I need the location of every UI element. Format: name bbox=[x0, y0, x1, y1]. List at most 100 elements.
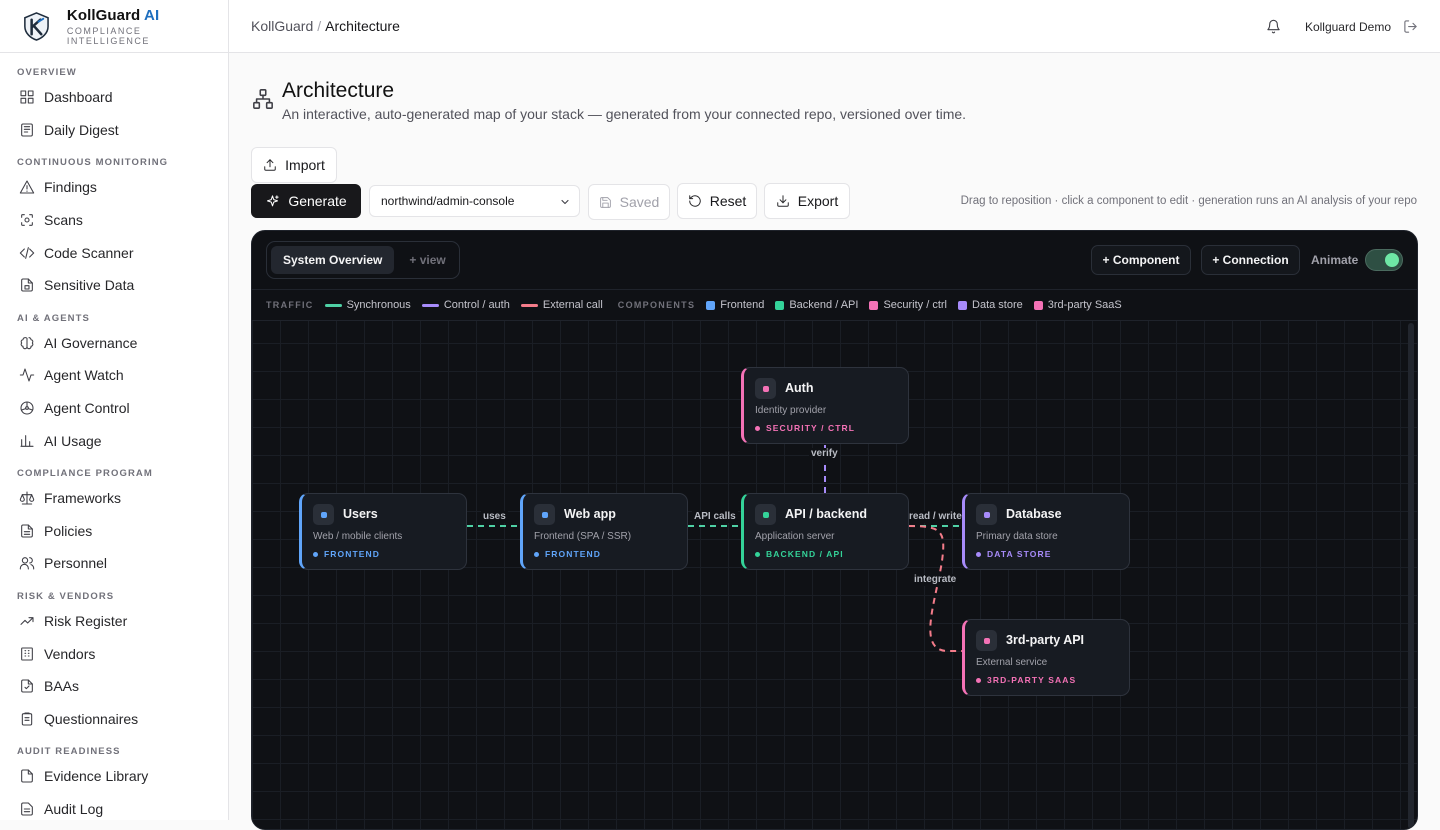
architecture-canvas[interactable]: System Overview + view + Component + Con… bbox=[251, 230, 1418, 830]
sidebar-item-baas[interactable]: BAAs bbox=[0, 670, 228, 703]
node-db[interactable]: Database Primary data store DATA STORE bbox=[962, 493, 1130, 570]
chevron-down-icon bbox=[561, 199, 569, 205]
sidebar-item-personnel[interactable]: Personnel bbox=[0, 547, 228, 580]
warning-icon bbox=[19, 180, 35, 195]
user-name[interactable]: Kollguard Demo bbox=[1305, 20, 1391, 34]
sidebar-item-label: Vendors bbox=[44, 645, 96, 662]
sidebar-item-agent-watch[interactable]: Agent Watch bbox=[0, 359, 228, 392]
sidebar-item-findings[interactable]: Findings bbox=[0, 171, 228, 204]
sidebar-item-frameworks[interactable]: Frameworks bbox=[0, 482, 228, 515]
sidebar-section-title: OVERVIEW bbox=[17, 67, 77, 78]
node-icon bbox=[976, 504, 997, 525]
reset-button[interactable]: Reset bbox=[677, 183, 757, 219]
sidebar-item-label: AI Usage bbox=[44, 432, 102, 449]
sidebar-item-sensitive-data[interactable]: Sensitive Data bbox=[0, 269, 228, 302]
node-users[interactable]: Users Web / mobile clients FRONTEND bbox=[299, 493, 467, 570]
save-icon bbox=[599, 196, 611, 208]
generate-button[interactable]: Generate bbox=[251, 184, 361, 218]
node-tag: FRONTEND bbox=[313, 549, 380, 559]
upload-icon bbox=[264, 159, 276, 171]
kollguard-logo-icon bbox=[24, 11, 49, 41]
breadcrumb-current: Architecture bbox=[325, 18, 400, 34]
node-auth[interactable]: Auth Identity provider SECURITY / CTRL bbox=[741, 367, 909, 444]
node-tag-label: FRONTEND bbox=[545, 549, 602, 559]
node-subtitle: Frontend (SPA / SSR) bbox=[534, 531, 632, 542]
generate-label: Generate bbox=[288, 193, 347, 209]
sidebar: KollGuard AI COMPLIANCE INTELLIGENCE OVE… bbox=[0, 0, 229, 820]
edge-label-verify: verify bbox=[809, 448, 840, 460]
brand-name-text: KollGuard bbox=[66, 6, 141, 24]
sitemap-icon bbox=[253, 89, 273, 109]
node-tag: BACKEND / API bbox=[755, 549, 844, 559]
node-title: Auth bbox=[785, 381, 814, 395]
sidebar-item-label: Scans bbox=[44, 212, 83, 229]
node-title: 3rd-party API bbox=[1006, 633, 1085, 647]
sidebar-item-label: Daily Digest bbox=[44, 121, 119, 138]
sidebar-item-label: Policies bbox=[44, 522, 93, 539]
node-tag: DATA STORE bbox=[976, 549, 1052, 559]
sidebar-item-dashboard[interactable]: Dashboard bbox=[0, 81, 228, 114]
brand[interactable]: KollGuard AI COMPLIANCE INTELLIGENCE bbox=[0, 0, 228, 53]
node-title: Web app bbox=[564, 507, 616, 521]
sidebar-item-agent-control[interactable]: Agent Control bbox=[0, 392, 228, 425]
node-api[interactable]: API / backend Application server BACKEND /… bbox=[741, 493, 909, 570]
sidebar-item-label: Personnel bbox=[44, 555, 108, 572]
repo-select[interactable]: northwind/admin-console bbox=[369, 185, 580, 217]
rotate-ccw-icon bbox=[688, 195, 701, 207]
node-webapp[interactable]: Web app Frontend (SPA / SSR) FRONTEND bbox=[520, 493, 688, 570]
users-icon bbox=[19, 557, 35, 570]
saved-label: Saved bbox=[619, 194, 660, 210]
edge-api-thirdparty[interactable] bbox=[908, 525, 962, 652]
sidebar-item-audit-log[interactable]: Audit Log bbox=[0, 793, 228, 820]
export-label: Export bbox=[797, 193, 839, 209]
node-subtitle: Identity provider bbox=[755, 405, 827, 416]
sidebar-item-label: Agent Control bbox=[44, 400, 130, 417]
breadcrumb-separator: / bbox=[317, 18, 322, 34]
sidebar-item-ai-usage[interactable]: AI Usage bbox=[0, 424, 228, 457]
file-lock-icon bbox=[21, 278, 33, 292]
logout-icon[interactable] bbox=[1403, 19, 1418, 34]
import-label: Import bbox=[285, 157, 325, 173]
brand-subtitle: COMPLIANCE INTELLIGENCE bbox=[66, 25, 150, 46]
newspaper-icon bbox=[21, 123, 33, 137]
node-icon bbox=[534, 504, 555, 525]
node-tag-label: 3RD-PARTY SAAS bbox=[987, 675, 1077, 685]
saved-button[interactable]: Saved bbox=[588, 184, 670, 220]
page-subtitle: An interactive, auto-generated map of yo… bbox=[282, 106, 967, 122]
sidebar-item-daily-digest[interactable]: Daily Digest bbox=[0, 114, 228, 147]
sidebar-item-code-scanner[interactable]: Code Scanner bbox=[0, 236, 228, 269]
trending-icon bbox=[20, 617, 34, 625]
sidebar-section-title: AUDIT READINESS bbox=[17, 746, 121, 758]
node-thirdparty[interactable]: 3rd-party API External service 3RD-PARTY S… bbox=[962, 619, 1130, 696]
bell-icon[interactable] bbox=[1266, 19, 1281, 34]
sidebar-item-vendors[interactable]: Vendors bbox=[0, 637, 228, 670]
import-button[interactable]: Import bbox=[251, 147, 337, 183]
sidebar-item-label: Questionnaires bbox=[44, 710, 139, 727]
sidebar-section-title: RISK & VENDORS bbox=[17, 590, 115, 602]
scale-icon bbox=[19, 491, 35, 505]
sidebar-item-questionnaires[interactable]: Questionnaires bbox=[0, 703, 228, 736]
sidebar-section-title: AI & AGENTS bbox=[17, 312, 90, 324]
node-icon bbox=[976, 630, 997, 651]
sidebar-item-ai-governance[interactable]: AI Governance bbox=[0, 327, 228, 360]
document-icon bbox=[21, 524, 33, 538]
node-tag-label: DATA STORE bbox=[987, 549, 1052, 559]
code-icon bbox=[19, 246, 35, 259]
sidebar-item-scans[interactable]: Scans bbox=[0, 204, 228, 237]
breadcrumb-root[interactable]: KollGuard bbox=[251, 18, 313, 34]
node-icon bbox=[755, 504, 776, 525]
sidebar-item-label: Dashboard bbox=[44, 89, 113, 106]
sidebar-item-policies[interactable]: Policies bbox=[0, 515, 228, 548]
scan-icon bbox=[21, 214, 33, 226]
export-button[interactable]: Export bbox=[764, 183, 850, 219]
edge-label-read-write: read / write bbox=[907, 511, 964, 523]
node-tag-label: SECURITY / CTRL bbox=[766, 423, 856, 433]
node-subtitle: External service bbox=[976, 657, 1048, 668]
reset-label: Reset bbox=[709, 193, 747, 209]
node-tag: 3RD-PARTY SAAS bbox=[976, 675, 1076, 685]
node-tag: SECURITY / CTRL bbox=[755, 423, 855, 433]
node-title: API / backend bbox=[785, 507, 867, 521]
sidebar-item-risk-register[interactable]: Risk Register bbox=[0, 605, 228, 638]
sidebar-item-evidence-library[interactable]: Evidence Library bbox=[0, 760, 228, 793]
brand-ai-text: AI bbox=[144, 6, 160, 24]
